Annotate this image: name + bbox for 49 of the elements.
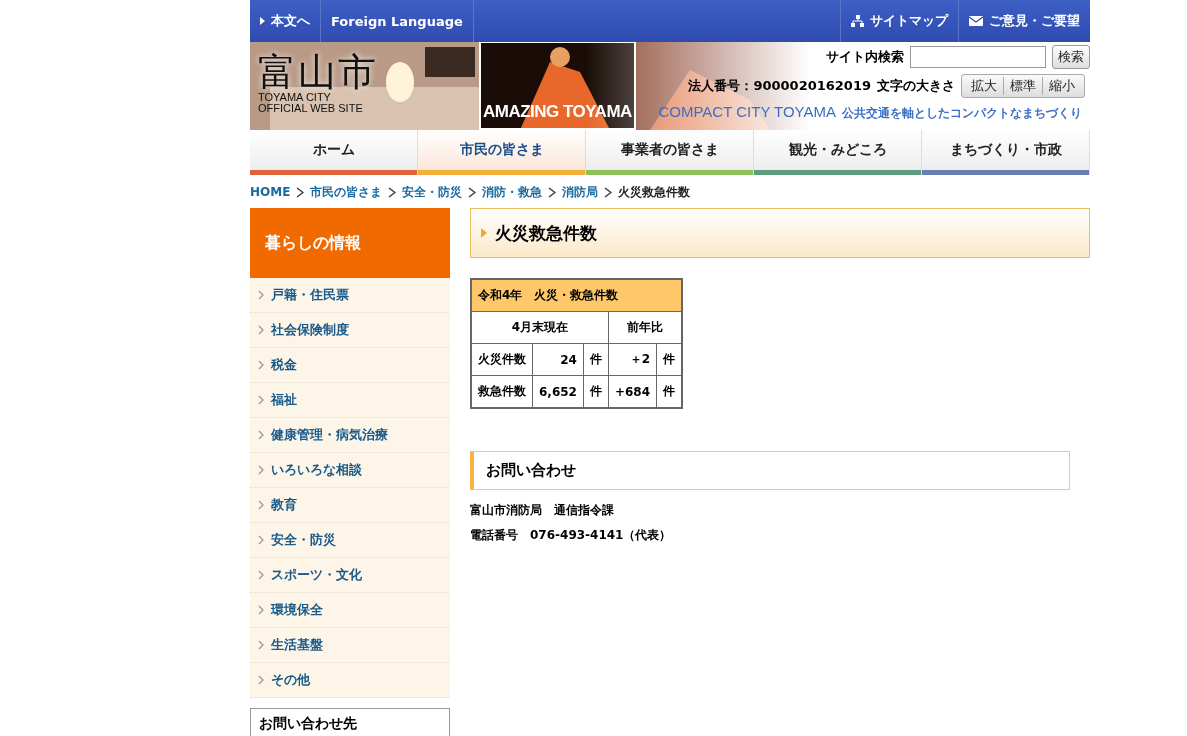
text-size-button[interactable]: 拡大	[965, 77, 1004, 95]
nav-tab[interactable]: 観光・みどころ	[754, 130, 922, 175]
search-button[interactable]: 検索	[1052, 45, 1090, 69]
sidebar-item[interactable]: 環境保全	[250, 593, 450, 628]
table-cell: 24	[532, 343, 584, 376]
sidebar-item[interactable]: いろいろな相談	[250, 453, 450, 488]
table-cell: 令和4年 火災・救急件数	[471, 279, 683, 312]
sidebar-item[interactable]: 戸籍・住民票	[250, 278, 450, 313]
sidebar-item[interactable]: その他	[250, 663, 450, 698]
breadcrumb-link[interactable]: HOME	[250, 185, 291, 199]
table-cell: ＋2	[608, 343, 657, 376]
page-title: 火災救急件数	[470, 208, 1090, 258]
slogan: COMPACT CITY TOYAMA	[658, 103, 836, 120]
top-link[interactable]: サイトマップ	[840, 0, 958, 42]
text-size-button[interactable]: 縮小	[1043, 77, 1081, 95]
table-cell: 火災件数	[471, 343, 533, 376]
contact-text: 電話番号 076-493-4141（代表）	[470, 527, 673, 544]
current-page: 火災救急件数	[618, 183, 691, 201]
sidebar-item[interactable]: 生活基盤	[250, 628, 450, 663]
nav-tab[interactable]: まちづくり・市政	[922, 130, 1090, 175]
nav-tab[interactable]: 市民の皆さま	[418, 130, 586, 175]
table-cell: 4月末現在	[471, 311, 609, 344]
corporate-number: 法人番号：9000020162019	[688, 77, 871, 95]
search-label: サイト内検索	[826, 48, 904, 66]
nav-tab[interactable]: 事業者の皆さま	[586, 130, 754, 175]
contact-text: 富山市消防局 通信指令課	[470, 502, 615, 519]
table-cell: 件	[583, 343, 609, 376]
nav-tab[interactable]: ホーム	[250, 130, 418, 175]
logo-subtitle: OFFICIAL WEB SITE	[258, 103, 364, 114]
site-logo[interactable]: 富山市	[258, 52, 378, 92]
sidebar-title: 暮らしの情報	[250, 208, 450, 278]
sidebar-item[interactable]: 安全・防災	[250, 523, 450, 558]
top-link[interactable]: ご意見・ご要望	[958, 0, 1090, 42]
breadcrumb-link[interactable]: 安全・防災	[402, 183, 463, 201]
breadcrumb-link[interactable]: 消防・救急	[482, 183, 543, 201]
sidebar-item[interactable]: 教育	[250, 488, 450, 523]
sidebar-item[interactable]: スポーツ・文化	[250, 558, 450, 593]
breadcrumb-link[interactable]: 消防局	[562, 183, 599, 201]
slogan: 公共交通を軸としたコンパクトなまちづくり	[842, 105, 1082, 122]
sidebar-item[interactable]: 健康管理・病気治療	[250, 418, 450, 453]
sidebar-item[interactable]: 税金	[250, 348, 450, 383]
text-size-label: 文字の大きさ	[877, 77, 955, 95]
sidebar-item[interactable]: 福祉	[250, 383, 450, 418]
breadcrumb-link[interactable]: 市民の皆さま	[310, 183, 383, 201]
sidebar-item[interactable]: 社会保険制度	[250, 313, 450, 348]
logo-subtitle: TOYAMA CITY	[258, 92, 332, 103]
text-size-button[interactable]: 標準	[1004, 77, 1043, 95]
section-heading: お問い合わせ	[470, 451, 1070, 490]
contact-box-title: お問い合わせ先	[250, 708, 450, 736]
